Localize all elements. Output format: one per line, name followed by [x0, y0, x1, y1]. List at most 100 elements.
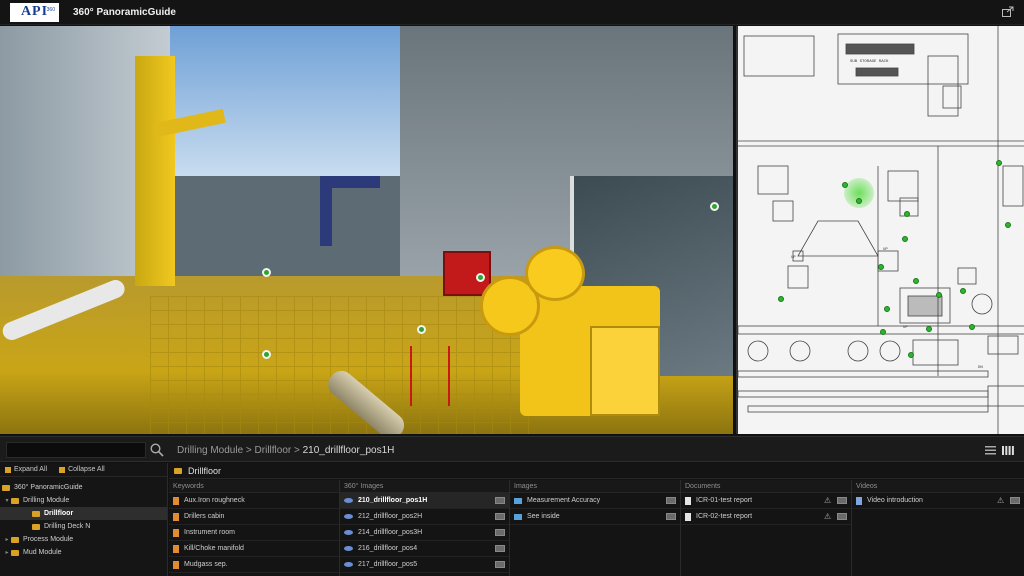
open-icon[interactable]	[495, 561, 505, 568]
open-icon[interactable]	[495, 545, 505, 552]
panorama-item[interactable]: 214_drillfloor_pos3H	[340, 525, 509, 541]
pano-hotspot-node[interactable]	[710, 202, 719, 211]
column-view-icon[interactable]	[1002, 446, 1014, 455]
map-label-up: UP	[903, 326, 908, 330]
keyword-icon	[173, 528, 179, 537]
map-label-storage: SUB STORAGE RACK	[850, 60, 889, 64]
panorama-icon	[344, 546, 353, 551]
keyword-item[interactable]: Drillers cabin	[169, 509, 339, 525]
expanded-caret-icon[interactable]: ▾	[3, 497, 11, 504]
image-icon	[514, 513, 522, 520]
folder-icon	[11, 497, 19, 504]
breadcrumb-item[interactable]: Drilling Module	[177, 445, 243, 456]
keyword-item[interactable]: Mudgass sep.	[169, 557, 339, 573]
tree-item-drilling-deck-n[interactable]: Drilling Deck N	[0, 520, 167, 533]
map-node[interactable]	[842, 182, 848, 188]
column-header: Documents	[681, 480, 851, 493]
tree-item-drilling-module[interactable]: ▾ Drilling Module	[0, 494, 167, 507]
search-input[interactable]	[6, 442, 146, 458]
document-icon	[685, 512, 691, 521]
floorplan-map[interactable]: SUB STORAGE RACK UP DN UP UP	[736, 26, 1024, 434]
pano-hotspot-node[interactable]	[417, 325, 426, 334]
pano-hotspot-node[interactable]	[262, 350, 271, 359]
map-node[interactable]	[926, 326, 932, 332]
warning-icon: ⚠	[824, 496, 832, 505]
tree-item-mud-module[interactable]: ▸ Mud Module	[0, 546, 167, 559]
app-title: 360° PanoramicGuide	[73, 6, 176, 18]
column-header: Keywords	[169, 480, 339, 493]
document-item[interactable]: ICR-01-test report ⚠	[681, 493, 851, 509]
map-node[interactable]	[996, 160, 1002, 166]
document-label: ICR-02-test report	[696, 513, 753, 520]
panorama-item[interactable]: 210_drillfloor_pos1H	[340, 493, 509, 509]
panorama-label: 214_drillfloor_pos3H	[358, 529, 423, 536]
document-item[interactable]: ICR-02-test report ⚠	[681, 509, 851, 525]
list-view-icon[interactable]	[985, 446, 996, 455]
collapsed-caret-icon[interactable]: ▸	[3, 536, 11, 543]
keyword-label: Instrument room	[184, 529, 235, 536]
floorplan-drawing	[738, 26, 1024, 434]
map-node[interactable]	[880, 329, 886, 335]
app-logo[interactable]: API 360	[10, 2, 59, 22]
pano-hotspot-node[interactable]	[262, 268, 271, 277]
open-icon[interactable]	[666, 497, 676, 504]
video-label: Video introduction	[867, 497, 923, 504]
collapse-icon	[59, 466, 66, 473]
collapse-all-label: Collapse All	[68, 466, 105, 473]
image-item[interactable]: See inside	[510, 509, 680, 525]
keyword-item[interactable]: Instrument room	[169, 525, 339, 541]
map-node[interactable]	[913, 278, 919, 284]
pano-hotspot-node[interactable]	[476, 273, 485, 282]
tree-item-root[interactable]: 360° PanoramicGuide	[0, 481, 167, 494]
map-node[interactable]	[969, 324, 975, 330]
map-node[interactable]	[904, 211, 910, 217]
browse-toolbar: Drilling Module > Drillfloor > 210_drill…	[0, 436, 1024, 462]
keyword-label: Kill/Choke manifold	[184, 545, 244, 552]
panorama-icon	[344, 514, 353, 519]
breadcrumb-separator: >	[294, 445, 300, 456]
collapse-all-button[interactable]: Collapse All	[59, 466, 105, 473]
panorama-item[interactable]: 212_drillfloor_pos2H	[340, 509, 509, 525]
logo-sub: 360	[46, 6, 55, 13]
panorama-item[interactable]: 216_drillfloor_pos4	[340, 541, 509, 557]
open-icon[interactable]	[495, 497, 505, 504]
folder-icon	[11, 549, 19, 556]
open-icon[interactable]	[1010, 497, 1020, 504]
open-icon[interactable]	[495, 513, 505, 520]
tree-item-drillfloor[interactable]: Drillfloor	[0, 507, 167, 520]
panorama-icon	[344, 562, 353, 567]
navigation-tree: 360° PanoramicGuide ▾ Drilling Module Dr…	[0, 477, 167, 559]
tree-item-process-module[interactable]: ▸ Process Module	[0, 533, 167, 546]
map-node[interactable]	[856, 198, 862, 204]
search-icon[interactable]	[150, 443, 164, 457]
image-item[interactable]: Measurement Accuracy	[510, 493, 680, 509]
panorama-viewer[interactable]	[0, 26, 733, 434]
map-node[interactable]	[960, 288, 966, 294]
map-node[interactable]	[1005, 222, 1011, 228]
open-icon[interactable]	[666, 513, 676, 520]
keyword-item[interactable]: Aux.Iron roughneck	[169, 493, 339, 509]
tree-item-label: 360° PanoramicGuide	[14, 484, 83, 491]
map-node[interactable]	[908, 352, 914, 358]
pano-yellow-machine	[430, 246, 680, 431]
map-node[interactable]	[778, 296, 784, 302]
open-icon[interactable]	[495, 529, 505, 536]
logo-text: API	[20, 4, 49, 19]
share-icon[interactable]	[1002, 6, 1014, 17]
map-node[interactable]	[936, 292, 942, 298]
video-item[interactable]: Video introduction ⚠	[852, 493, 1024, 509]
section-title: Drillfloor	[169, 463, 1024, 479]
map-node[interactable]	[884, 306, 890, 312]
open-icon[interactable]	[837, 497, 847, 504]
breadcrumb-item[interactable]: Drillfloor	[255, 445, 292, 456]
warning-icon: ⚠	[824, 512, 832, 521]
open-icon[interactable]	[837, 513, 847, 520]
panorama-item[interactable]: 217_drillfloor_pos5	[340, 557, 509, 573]
collapsed-caret-icon[interactable]: ▸	[3, 549, 11, 556]
image-label: Measurement Accuracy	[527, 497, 601, 504]
expand-all-button[interactable]: Expand All	[5, 466, 47, 473]
map-node[interactable]	[878, 264, 884, 270]
keyword-item[interactable]: Kill/Choke manifold	[169, 541, 339, 557]
breadcrumb-current: 210_drillfloor_pos1H	[302, 445, 395, 456]
map-node[interactable]	[902, 236, 908, 242]
